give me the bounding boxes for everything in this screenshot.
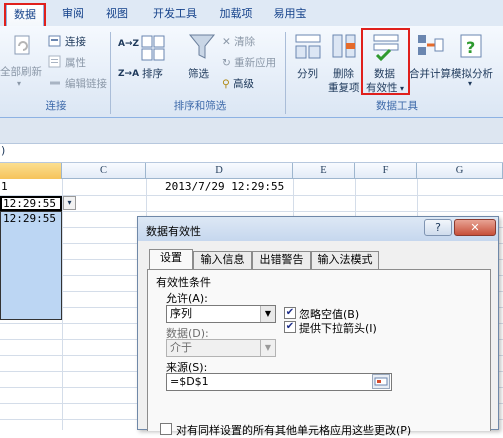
tab-review[interactable]: 审阅 (56, 4, 90, 26)
cell-b2[interactable]: 12:29:55 (0, 196, 62, 211)
dialog-title: 数据有效性 (146, 225, 201, 238)
dropdown-arrow-icon[interactable]: ▾ (63, 196, 76, 210)
refresh-all-icon (14, 35, 30, 55)
group-label-data-tools: 数据工具 (376, 100, 418, 112)
tab-developer[interactable]: 开发工具 (148, 4, 202, 26)
data-validation-dialog: 数据有效性 ? ✕ 设置 输入信息 出错警告 输入法模式 有效性条件 允许(A)… (137, 216, 499, 437)
tab-addins[interactable]: 加载项 (214, 4, 258, 26)
refresh-dropdown-icon[interactable]: ▾ (17, 79, 21, 88)
ribbon-tab-bar: 数据 审阅 视图 开发工具 加载项 易用宝 (0, 0, 503, 26)
sort-ascending-icon[interactable]: A→Z (118, 40, 139, 49)
apply-all-label: 对有同样设置的所有其他单元格应用这些更改(P) (176, 424, 412, 437)
apply-all-checkbox[interactable] (160, 423, 172, 435)
cell-d1[interactable]: 2013/7/29 12:29:55 (165, 180, 284, 193)
column-header-f[interactable]: F (355, 163, 417, 179)
chevron-down-icon: ▼ (260, 340, 275, 356)
source-input[interactable]: =$D$1 (166, 373, 392, 391)
sort-button[interactable]: 排序 (142, 66, 163, 81)
ignore-blank-checkbox[interactable]: ✔ (284, 307, 296, 319)
refresh-all-button[interactable]: 全部刷新 (0, 64, 42, 79)
tab-settings[interactable]: 设置 (149, 249, 193, 270)
connections-button[interactable]: 连接 (65, 34, 86, 49)
group-separator (110, 32, 111, 114)
tab-easy-tools[interactable]: 易用宝 (268, 4, 312, 26)
group-label-sort-filter: 排序和筛选 (173, 100, 227, 112)
formula-bar[interactable]: ) (0, 144, 503, 163)
connections-icon (48, 35, 61, 47)
dialog-titlebar: 数据有效性 ? ✕ (138, 217, 498, 241)
column-header-b[interactable] (0, 163, 62, 179)
group-label-connections: 连接 (45, 100, 67, 112)
edit-links-icon (50, 81, 60, 85)
tab-view[interactable]: 视图 (100, 4, 134, 26)
dropdown-arrow-label: 提供下拉箭头(I) (299, 322, 377, 335)
filter-button[interactable]: 筛选 (188, 66, 209, 81)
cell-b3[interactable]: 12:29:55 (3, 212, 56, 225)
toolbar-band (0, 118, 503, 144)
remove-duplicates-icon (332, 34, 356, 58)
allow-select[interactable]: 序列 ▼ (166, 305, 276, 323)
selected-range[interactable] (0, 211, 62, 320)
advanced-filter-icon: ⚲ (222, 78, 234, 90)
close-icon[interactable]: ✕ (454, 219, 496, 236)
consolidate-button[interactable]: 合并计算 (409, 66, 451, 81)
remove-duplicates-button[interactable]: 删除 (333, 66, 354, 81)
range-picker-icon[interactable] (372, 374, 390, 389)
ribbon: 全部刷新 ▾ 连接 属性 编辑链接 连接 A→Z Z→A 排序 筛选 ✕ 清除 … (0, 26, 503, 118)
data-select: 介于 ▼ (166, 339, 276, 357)
what-if-analysis-icon: ? (460, 34, 482, 58)
what-if-dropdown-icon[interactable]: ▾ (468, 79, 472, 88)
chevron-down-icon[interactable]: ▼ (260, 306, 275, 322)
column-header-d[interactable]: D (146, 163, 293, 179)
column-header-g[interactable]: G (417, 163, 503, 179)
properties-icon (48, 55, 61, 68)
reapply-button[interactable]: ↻ 重新应用 (222, 55, 276, 70)
column-header-c[interactable]: C (62, 163, 146, 179)
help-button[interactable]: ? (424, 219, 452, 236)
tab-error-alert[interactable]: 出错警告 (252, 251, 311, 269)
cell-b1[interactable]: 1 (1, 180, 8, 193)
clear-filter-button[interactable]: ✕ 清除 (222, 34, 255, 49)
clear-filter-icon: ✕ (222, 36, 235, 48)
validation-highlight-box (361, 28, 410, 95)
consolidate-icon (418, 35, 444, 55)
column-headers: C D E F G (0, 163, 503, 179)
text-to-columns-icon (295, 34, 321, 59)
sort-icon (141, 35, 165, 61)
svg-text:?: ? (466, 38, 475, 57)
advanced-filter-button[interactable]: ⚲ 高级 (222, 76, 254, 91)
tab-input-message[interactable]: 输入信息 (193, 251, 252, 269)
tab-ime-mode[interactable]: 输入法模式 (311, 251, 379, 269)
remove-duplicates-label[interactable]: 重复项 (328, 80, 360, 95)
dropdown-arrow-checkbox[interactable]: ✔ (284, 321, 296, 333)
properties-button[interactable]: 属性 (65, 55, 86, 70)
column-header-e[interactable]: E (293, 163, 355, 179)
allow-label: 允许(A): (166, 292, 208, 305)
filter-icon (188, 34, 216, 59)
validation-criteria-heading: 有效性条件 (156, 276, 211, 289)
edit-links-button[interactable]: 编辑链接 (65, 76, 107, 91)
reapply-icon: ↻ (222, 57, 235, 69)
text-to-columns-button[interactable]: 分列 (297, 66, 318, 81)
group-separator (285, 32, 286, 114)
sort-descending-icon[interactable]: Z→A (118, 70, 139, 79)
